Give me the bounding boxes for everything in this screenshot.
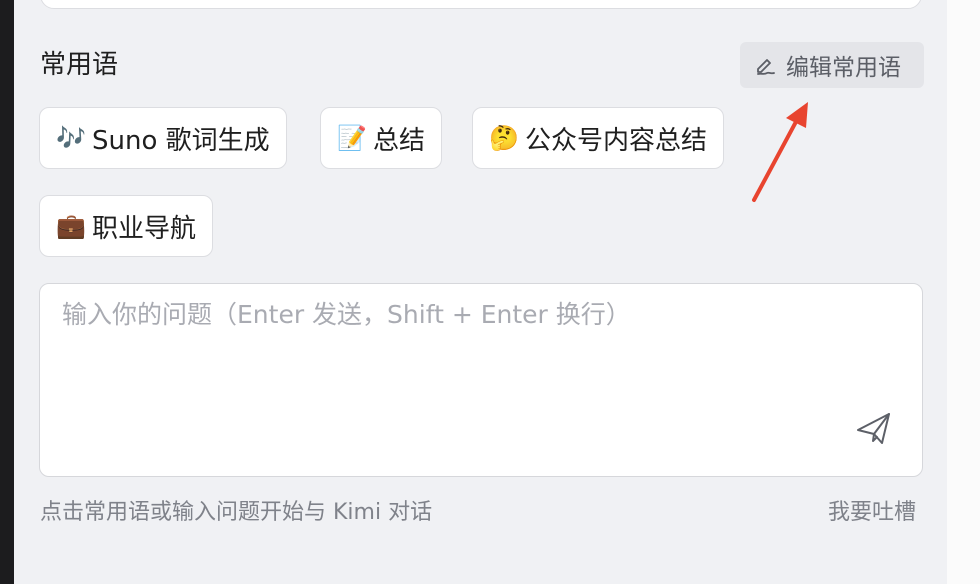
phrase-chip-suno-lyrics[interactable]: 🎶 Suno 歌词生成 [39,107,287,169]
signature-pen-icon [754,53,778,77]
memo-icon: 📝 [337,124,367,152]
left-panel-edge [0,0,14,584]
edit-phrases-label: 编辑常用语 [786,55,901,81]
phrase-label: 职业导航 [92,213,197,244]
annotation-arrow-shaft [752,116,800,202]
footer-hint: 点击常用语或输入问题开始与 Kimi 对话 [40,500,433,525]
phrase-chip-summary[interactable]: 📝 总结 [320,107,443,169]
thinking-face-icon: 🤔 [489,124,519,152]
annotation-arrow [752,102,808,202]
annotation-arrow-head [786,102,808,128]
phrase-label: Suno 歌词生成 [92,125,270,156]
previous-card [40,0,922,9]
phrase-label: 公众号内容总结 [525,125,708,156]
right-panel-edge [947,0,980,584]
phrase-chip-wechat-summary[interactable]: 🤔 公众号内容总结 [472,107,725,169]
section-title: 常用语 [40,50,119,80]
send-button[interactable] [854,410,894,450]
chat-input[interactable] [62,298,862,418]
edit-phrases-button[interactable]: 编辑常用语 [740,42,924,88]
phrase-label: 总结 [373,125,426,156]
paper-plane-icon [855,409,893,451]
briefcase-icon: 💼 [56,212,86,240]
phrase-chip-career-guide[interactable]: 💼 职业导航 [39,195,214,257]
music-notes-icon: 🎶 [56,124,86,152]
feedback-link[interactable]: 我要吐槽 [828,498,916,528]
chat-input-container [39,283,923,477]
